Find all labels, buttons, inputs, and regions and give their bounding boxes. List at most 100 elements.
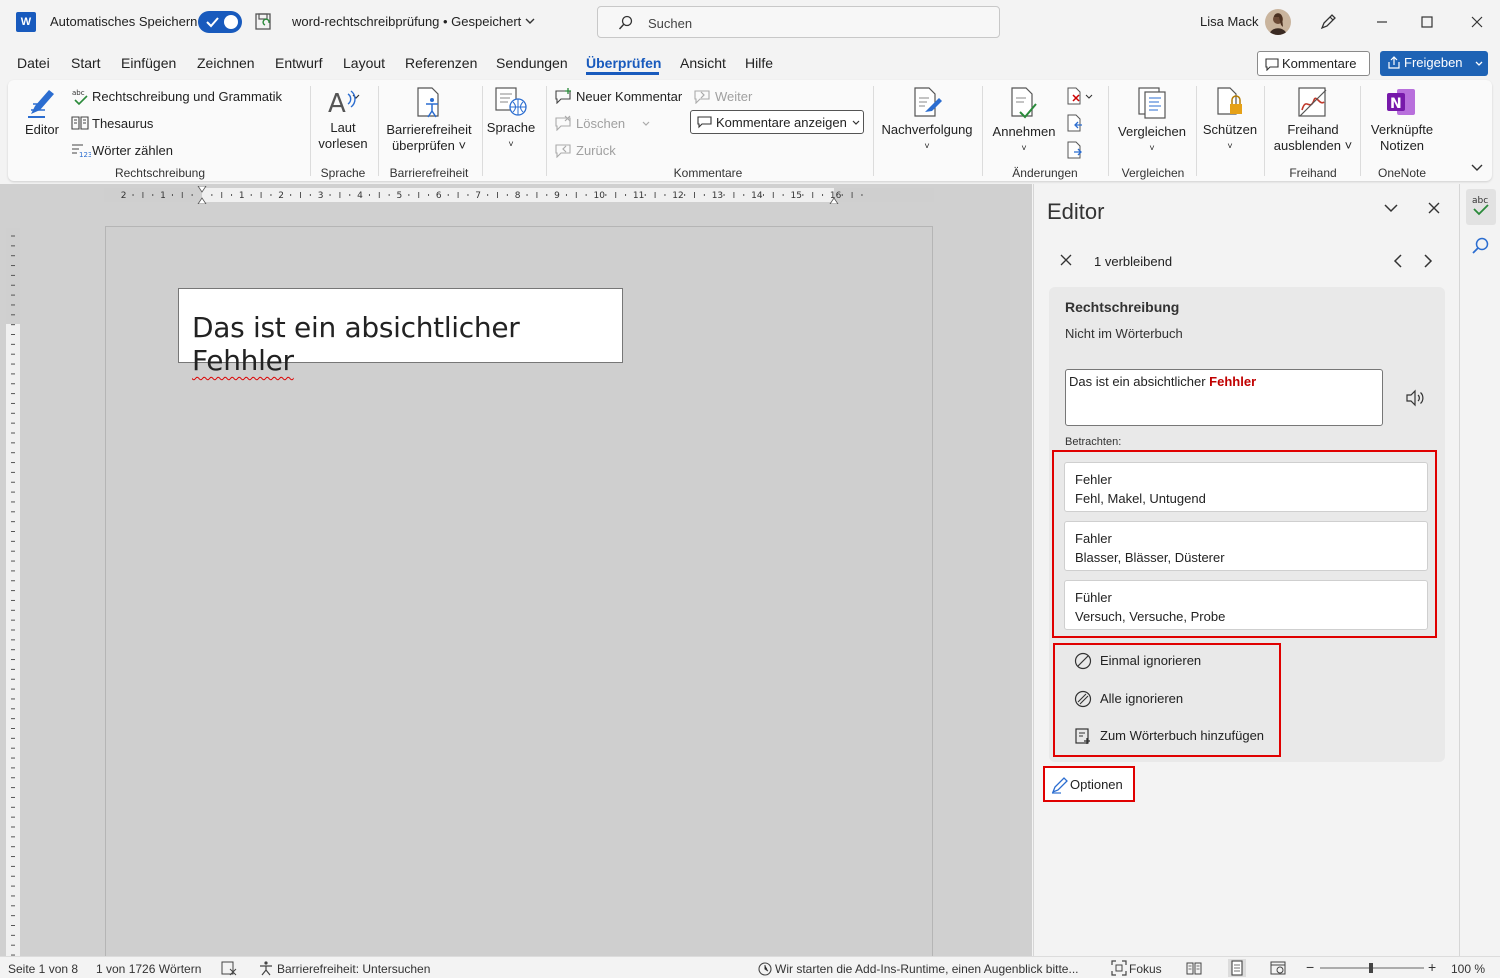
user-name[interactable]: Lisa Mack (1200, 14, 1259, 29)
document-title[interactable]: word-rechtschreibprüfung • Gespeichert (292, 14, 521, 29)
minimize-icon[interactable] (1372, 12, 1392, 32)
svg-text:1: 1 (239, 191, 245, 201)
editor-side-button[interactable]: abc (1466, 189, 1496, 225)
issue-category: Rechtschreibung (1065, 299, 1180, 315)
sync-save-icon[interactable] (254, 12, 274, 32)
accessibility-icon[interactable] (258, 960, 274, 976)
close-icon[interactable] (1426, 200, 1442, 216)
new-comment-label: Neuer Kommentar (576, 89, 683, 104)
ignore-all-button[interactable]: Alle ignorieren (1074, 690, 1183, 708)
focus-icon[interactable] (1111, 960, 1127, 976)
previous-change-icon[interactable] (1066, 113, 1086, 133)
suggestion-item[interactable]: Fahler Blasser, Blässer, Düsterer (1064, 521, 1428, 571)
web-layout-icon[interactable] (1270, 960, 1286, 976)
suggestion-item[interactable]: Fehler Fehl, Makel, Untugend (1064, 462, 1428, 512)
ignore-all-label: Alle ignorieren (1100, 691, 1184, 706)
share-button[interactable]: Freigeben (1380, 51, 1488, 76)
search-side-button[interactable] (1466, 230, 1496, 266)
maximize-icon[interactable] (1417, 12, 1437, 32)
svg-text:8: 8 (515, 191, 521, 201)
delete-comment-label: Löschen (576, 116, 626, 131)
options-button[interactable]: Optionen (1043, 766, 1135, 802)
dismiss-icon[interactable] (1058, 252, 1074, 268)
linked-notes-button[interactable]: N Verknüpfte Notizen (1364, 86, 1440, 154)
tab-hilfe[interactable]: Hilfe (745, 55, 773, 71)
previous-comment-label: Zurück (576, 143, 616, 158)
comments-button[interactable]: Kommentare (1257, 51, 1370, 76)
chevron-left-icon[interactable] (1390, 252, 1406, 270)
pen-icon[interactable] (1318, 12, 1338, 32)
ribbon-separator (982, 86, 983, 176)
suggestion-word: Fehler (1075, 472, 1112, 487)
ignore-all-icon (1074, 690, 1092, 708)
side-toolbar: abc (1459, 184, 1500, 956)
svg-text:N: N (1390, 96, 1402, 112)
proofing-icon[interactable] (221, 960, 237, 976)
accept-button[interactable]: Annehmen ˅ (988, 86, 1060, 156)
svg-text:2: 2 (278, 191, 284, 201)
reject-change-icon[interactable] (1066, 86, 1094, 106)
tab-ansicht[interactable]: Ansicht (680, 55, 726, 71)
ribbon-separator (482, 86, 483, 176)
accessibility-label-2: überprüfen ˅ (391, 138, 467, 153)
svg-text:7: 7 (475, 191, 481, 201)
language-button[interactable]: Sprache ˅ (486, 86, 536, 152)
ribbon-separator (1108, 86, 1109, 176)
chevron-down-icon[interactable] (524, 16, 536, 26)
document-text[interactable]: Das ist ein absichtlicher Fehhler (192, 311, 622, 377)
group-label-sprache: Sprache (320, 166, 366, 180)
horizontal-ruler[interactable]: 2 1 1 2 3 4 5 6 7 8 9 10 11 12 13 14 15 16 (104, 186, 934, 204)
chevron-down-icon (852, 120, 860, 125)
zoom-in-icon[interactable]: + (1428, 959, 1436, 975)
tab-start[interactable]: Start (71, 55, 101, 71)
avatar[interactable] (1265, 9, 1291, 35)
editor-button[interactable]: Editor (20, 86, 64, 138)
ignore-once-button[interactable]: Einmal ignorieren (1074, 652, 1201, 670)
autosave-toggle[interactable] (198, 11, 242, 33)
accessibility-check-button[interactable]: Barrierefreiheit überprüfen ˅ (382, 86, 476, 154)
search-input[interactable]: Suchen (597, 6, 1000, 38)
add-to-dictionary-icon (1075, 728, 1090, 744)
vertical-ruler[interactable] (4, 228, 22, 956)
compare-button[interactable]: Vergleichen ˅ (1114, 86, 1190, 156)
editor-pane-title: Editor (1047, 199, 1105, 224)
tracking-button[interactable]: Nachverfolgung ˅ (878, 86, 976, 154)
tab-datei[interactable]: Datei (17, 55, 50, 71)
track-changes-icon (914, 87, 942, 117)
focus-label[interactable]: Fokus (1129, 962, 1162, 976)
chevron-right-icon[interactable] (1420, 252, 1436, 270)
svg-text:11: 11 (633, 191, 644, 201)
remaining-count: 1 verbleibend (1094, 254, 1173, 269)
document-textbox[interactable]: Das ist ein absichtlicher Fehhler (178, 288, 623, 377)
read-mode-icon[interactable] (1186, 960, 1202, 976)
misspelled-word[interactable]: Fehhler (192, 344, 294, 377)
tab-sendungen[interactable]: Sendungen (496, 55, 568, 71)
zoom-slider[interactable] (1320, 962, 1424, 974)
zoom-out-icon[interactable]: − (1306, 959, 1314, 975)
onenote-icon: N (1387, 89, 1415, 115)
chevron-down-icon[interactable] (1382, 200, 1400, 216)
show-comments-dropdown[interactable]: Kommentare anzeigen (690, 110, 864, 134)
tab-einfuegen[interactable]: Einfügen (121, 55, 176, 71)
tab-layout[interactable]: Layout (343, 55, 385, 71)
speaker-icon[interactable] (1405, 389, 1425, 407)
tab-referenzen[interactable]: Referenzen (405, 55, 477, 71)
tab-zeichnen[interactable]: Zeichnen (197, 55, 255, 71)
ribbon-expand-icon[interactable] (1470, 162, 1484, 172)
next-change-icon[interactable] (1066, 140, 1086, 160)
word-count-indicator[interactable]: 1 von 1726 Wörtern (96, 962, 201, 976)
read-aloud-button[interactable]: A Laut vorlesen (316, 86, 370, 152)
accessibility-status[interactable]: Barrierefreiheit: Untersuchen (277, 962, 430, 976)
close-window-icon[interactable] (1467, 12, 1487, 32)
suggestion-item[interactable]: Fühler Versuch, Versuche, Probe (1064, 580, 1428, 630)
hide-ink-button[interactable]: Freihand ausblenden ˅ (1270, 86, 1356, 154)
tab-entwurf[interactable]: Entwurf (275, 55, 322, 71)
page-indicator[interactable]: Seite 1 von 8 (8, 962, 78, 976)
group-label-vergleichen: Vergleichen (1121, 166, 1185, 180)
tab-ueberpruefen[interactable]: Überprüfen (586, 55, 661, 71)
protect-button[interactable]: Schützen ˅ (1200, 86, 1260, 154)
add-to-dictionary-button[interactable]: Zum Wörterbuch hinzufügen (1074, 727, 1264, 745)
ribbon-separator (1264, 86, 1265, 176)
print-layout-icon[interactable] (1228, 959, 1246, 977)
zoom-level[interactable]: 100 % (1451, 962, 1485, 976)
